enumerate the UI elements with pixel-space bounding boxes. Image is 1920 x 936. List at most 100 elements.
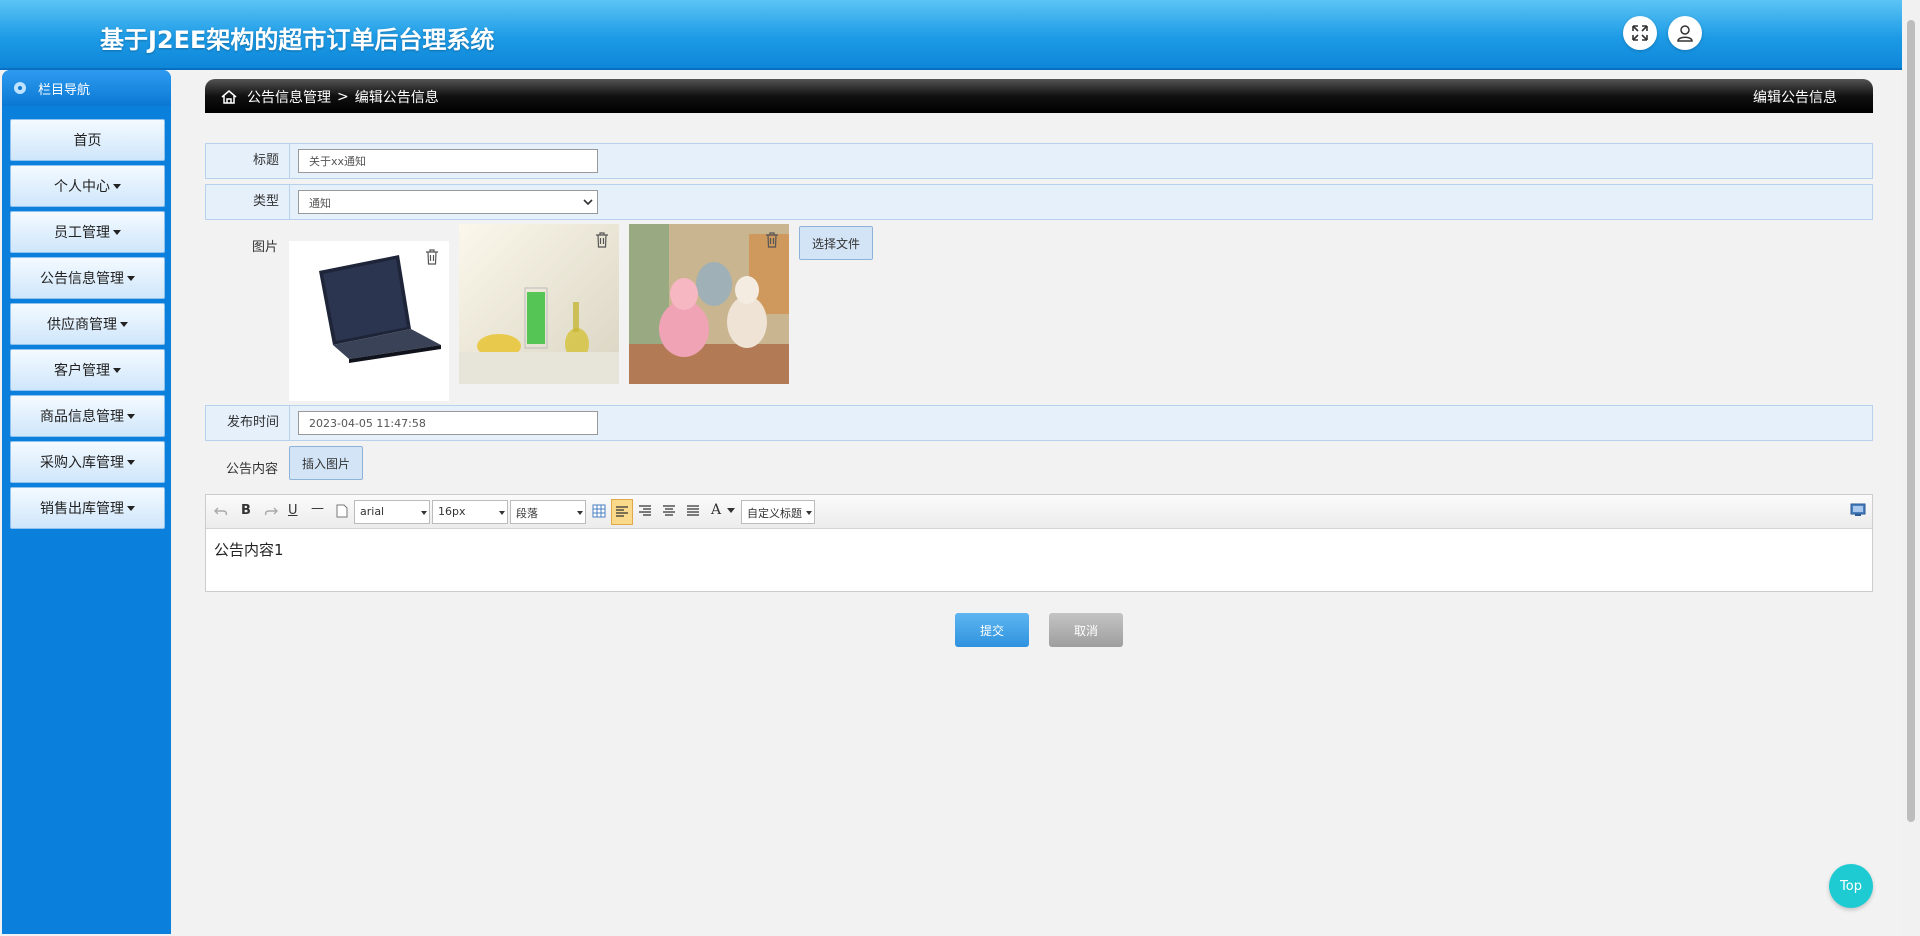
sidebar-item-home[interactable]: 首页 xyxy=(10,119,165,161)
sidebar-item-label: 采购入库管理 xyxy=(40,455,124,471)
sidebar-item-label: 首页 xyxy=(73,133,102,149)
align-center-icon[interactable] xyxy=(662,505,676,517)
cancel-button[interactable]: 取消 xyxy=(1049,613,1123,647)
align-left-icon xyxy=(616,506,628,517)
sidebar-item-label: 个人中心 xyxy=(54,179,110,195)
user-button[interactable] xyxy=(1668,16,1702,50)
breadcrumb-section[interactable]: 公告信息管理 xyxy=(247,87,331,107)
align-left-button[interactable] xyxy=(611,499,633,525)
back-to-top-button[interactable]: Top xyxy=(1829,864,1873,908)
image-thumbnail-laptop xyxy=(289,241,449,401)
sidebar-header: 栏目导航 xyxy=(2,70,171,106)
title-input[interactable] xyxy=(298,149,598,173)
header: 基于J2EE架构的超市订单后台理系统 xyxy=(0,0,1902,70)
sidebar-item-label: 公告信息管理 xyxy=(40,271,124,287)
sidebar-title: 栏目导航 xyxy=(38,82,91,98)
bold-icon[interactable]: B xyxy=(241,503,251,518)
editor-toolbar: B U — arial 16px 段落 A 自定义标题 xyxy=(206,495,1872,529)
drinks-image xyxy=(459,224,619,384)
rich-text-editor: B U — arial 16px 段落 A 自定义标题 公告内容1 xyxy=(205,494,1873,592)
redo-icon[interactable] xyxy=(264,505,278,517)
sidebar-item-sales[interactable]: 销售出库管理 xyxy=(10,487,165,529)
sidebar-item-label: 销售出库管理 xyxy=(40,501,124,517)
expand-icon xyxy=(1632,25,1648,41)
document-icon[interactable] xyxy=(336,504,348,518)
image-label: 图片 xyxy=(252,240,279,255)
publish-time-label: 发布时间 xyxy=(206,406,290,440)
caret-down-icon xyxy=(127,275,135,281)
caret-down-icon xyxy=(113,367,121,373)
title-label: 标题 xyxy=(206,144,290,178)
dropdown-arrow-icon xyxy=(806,511,812,515)
custom-title-select[interactable]: 自定义标题 xyxy=(741,500,815,524)
app-title: 基于J2EE架构的超市订单后台理系统 xyxy=(100,26,495,54)
submit-button[interactable]: 提交 xyxy=(955,613,1029,647)
font-family-value: arial xyxy=(360,505,385,518)
page-scrollbar[interactable] xyxy=(1902,0,1920,936)
dropdown-arrow-icon xyxy=(577,511,583,515)
align-justify-icon[interactable] xyxy=(686,505,700,517)
sidebar-item-announcement[interactable]: 公告信息管理 xyxy=(10,257,165,299)
image-thumbnail-drinks xyxy=(459,224,619,384)
type-select-value: 通知 xyxy=(309,197,331,210)
type-row: 类型 通知 xyxy=(205,184,1873,220)
title-row: 标题 xyxy=(205,143,1873,179)
horizontal-rule-icon[interactable]: — xyxy=(311,501,324,516)
publish-time-input[interactable] xyxy=(298,411,598,435)
nav-dot-icon xyxy=(14,82,26,94)
caret-down-icon xyxy=(127,459,135,465)
paragraph-value: 段落 xyxy=(516,507,538,520)
choose-file-button[interactable]: 选择文件 xyxy=(799,226,873,260)
sidebar-item-purchase[interactable]: 采购入库管理 xyxy=(10,441,165,483)
sidebar: 栏目导航 首页 个人中心 员工管理 公告信息管理 供应商管理 客户管理 商品信息… xyxy=(2,70,171,934)
dropdown-arrow-icon xyxy=(499,511,505,515)
delete-image-1-icon[interactable] xyxy=(425,249,439,265)
plush-toys-image xyxy=(629,224,789,384)
sidebar-item-label: 员工管理 xyxy=(54,225,110,241)
paragraph-select[interactable]: 段落 xyxy=(510,500,586,524)
caret-down-icon xyxy=(113,229,121,235)
sidebar-item-personal-center[interactable]: 个人中心 xyxy=(10,165,165,207)
caret-down-icon xyxy=(113,183,121,189)
chevron-down-icon xyxy=(583,199,593,206)
sidebar-item-supplier[interactable]: 供应商管理 xyxy=(10,303,165,345)
table-icon[interactable] xyxy=(592,504,606,518)
sidebar-item-employee[interactable]: 员工管理 xyxy=(10,211,165,253)
caret-down-icon xyxy=(120,321,128,327)
font-color-dropdown[interactable] xyxy=(724,503,735,518)
fullscreen-editor-icon[interactable] xyxy=(1850,503,1866,517)
fullscreen-button[interactable] xyxy=(1623,16,1657,50)
caret-down-icon xyxy=(127,413,135,419)
user-icon xyxy=(1677,25,1693,42)
editor-content[interactable]: 公告内容1 xyxy=(206,529,1872,570)
caret-down-icon xyxy=(727,508,735,513)
delete-image-3-icon[interactable] xyxy=(765,232,779,248)
font-family-select[interactable]: arial xyxy=(354,500,430,524)
type-label: 类型 xyxy=(206,185,290,219)
sidebar-item-label: 供应商管理 xyxy=(47,317,117,333)
sidebar-item-customer[interactable]: 客户管理 xyxy=(10,349,165,391)
type-select[interactable]: 通知 xyxy=(298,190,598,214)
sidebar-item-label: 商品信息管理 xyxy=(40,409,124,425)
page-title: 编辑公告信息 xyxy=(1753,90,1837,106)
custom-title-value: 自定义标题 xyxy=(747,507,802,520)
delete-image-2-icon[interactable] xyxy=(595,232,609,248)
align-right-icon[interactable] xyxy=(638,505,652,517)
font-size-select[interactable]: 16px xyxy=(432,500,508,524)
breadcrumb-current: 编辑公告信息 xyxy=(354,90,439,106)
undo-icon[interactable] xyxy=(214,505,228,517)
breadcrumb-separator: > xyxy=(337,89,349,105)
underline-icon[interactable]: U xyxy=(288,503,298,518)
scrollbar-thumb[interactable] xyxy=(1907,20,1915,822)
font-color-icon[interactable]: A xyxy=(711,502,721,518)
content-label: 公告内容 xyxy=(226,462,279,477)
dropdown-arrow-icon xyxy=(421,511,427,515)
home-icon[interactable] xyxy=(221,89,237,105)
publish-time-row: 发布时间 xyxy=(205,405,1873,441)
sidebar-item-label: 客户管理 xyxy=(54,363,110,379)
image-thumbnail-plush xyxy=(629,224,789,384)
caret-down-icon xyxy=(127,505,135,511)
font-size-value: 16px xyxy=(438,505,466,518)
sidebar-item-product[interactable]: 商品信息管理 xyxy=(10,395,165,437)
insert-image-button[interactable]: 插入图片 xyxy=(289,446,363,480)
